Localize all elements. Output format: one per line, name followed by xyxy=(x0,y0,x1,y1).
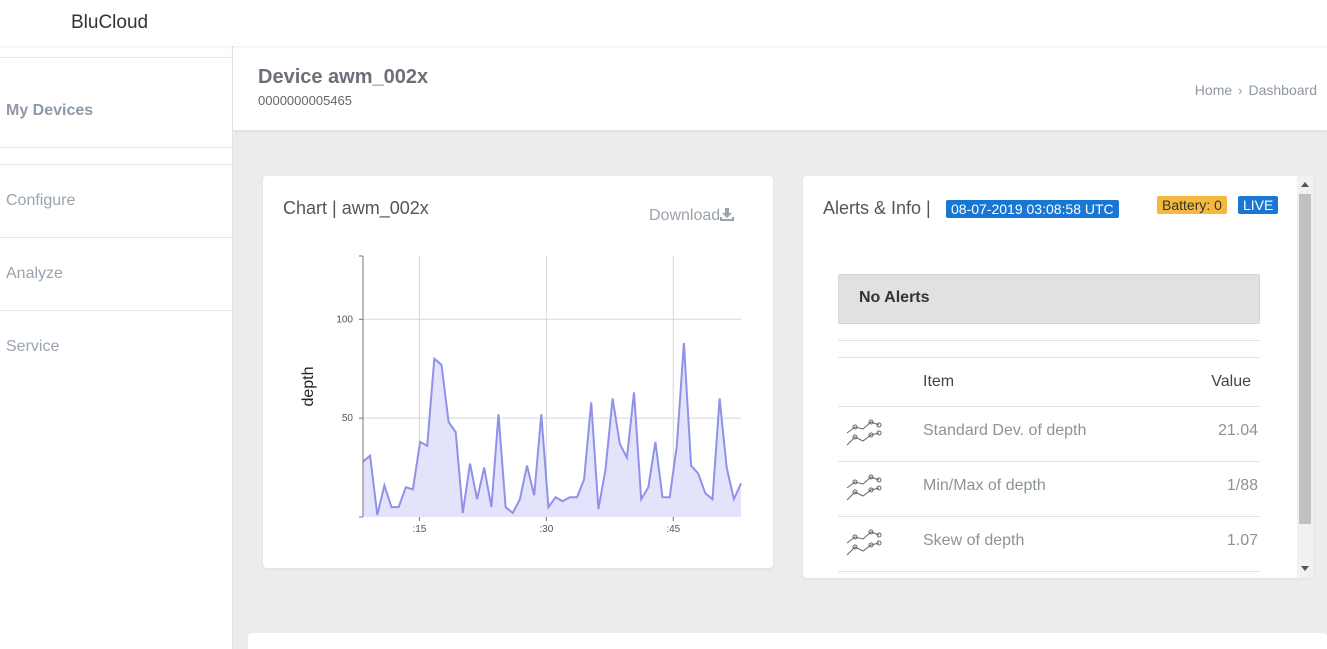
trend-line-icon xyxy=(846,474,882,501)
table-divider xyxy=(838,516,1260,517)
timestamp-badge: 08-07-2019 03:08:58 UTC xyxy=(946,200,1119,218)
table-divider xyxy=(838,406,1260,407)
brand-logo[interactable]: BluCloud xyxy=(71,12,148,34)
sidebar-divider xyxy=(0,164,233,165)
x-tick-label: :30 xyxy=(539,524,553,535)
row-item-label: Skew of depth xyxy=(923,532,1025,549)
top-navbar: BluCloud xyxy=(0,0,1327,46)
x-tick-label: :15 xyxy=(412,524,426,535)
alerts-card: Alerts & Info | 08-07-2019 03:08:58 UTC … xyxy=(803,176,1313,578)
row-value: 21.04 xyxy=(1217,422,1258,439)
live-badge: LIVE xyxy=(1238,196,1279,214)
sidebar-item-analyze[interactable]: Analyze xyxy=(6,265,63,283)
breadcrumb-dashboard[interactable]: Dashboard xyxy=(1249,82,1318,98)
sidebar-item-my-devices[interactable]: My Devices xyxy=(6,102,93,120)
sidebar-item-configure[interactable]: Configure xyxy=(6,192,75,210)
breadcrumb: Home › Dashboard xyxy=(1195,82,1317,98)
no-alerts-text: No Alerts xyxy=(859,289,930,306)
table-divider xyxy=(838,357,1260,358)
row-value: 1.07 xyxy=(1226,532,1258,549)
depth-chart: :15 :30 :45 50 100 depth xyxy=(300,255,742,535)
scroll-down-arrow-icon[interactable] xyxy=(1301,566,1309,571)
column-header-item: Item xyxy=(923,373,955,390)
row-value: 1/88 xyxy=(1226,477,1258,494)
trend-line-icon xyxy=(846,419,882,446)
x-tick-label: :45 xyxy=(666,524,680,535)
y-tick-label: 100 xyxy=(336,314,353,325)
sidebar-item-service[interactable]: Service xyxy=(6,338,59,356)
sidebar-divider xyxy=(0,147,233,148)
scroll-up-arrow-icon[interactable] xyxy=(1301,182,1309,187)
bottom-card xyxy=(248,633,1327,649)
device-id: 0000000005465 xyxy=(258,93,352,108)
table-divider xyxy=(838,571,1260,572)
y-tick-label: 50 xyxy=(342,413,354,424)
table-divider xyxy=(838,340,1260,341)
sidebar: My Devices Configure Analyze Service xyxy=(0,46,233,649)
row-item-label: Min/Max of depth xyxy=(923,477,1046,494)
trend-line-icon xyxy=(846,529,882,556)
no-alerts-panel: No Alerts xyxy=(838,274,1260,324)
sidebar-divider xyxy=(0,237,233,238)
sidebar-divider xyxy=(0,310,233,311)
alerts-title: Alerts & Info | xyxy=(823,198,931,218)
row-item-label: Standard Dev. of depth xyxy=(923,422,1087,439)
chevron-right-icon: › xyxy=(1238,83,1243,98)
battery-badge: Battery: 0 xyxy=(1157,196,1227,214)
y-axis-label: depth xyxy=(300,366,317,406)
page-title: Device awm_002x xyxy=(258,66,429,88)
alerts-scrollbar[interactable] xyxy=(1297,176,1313,578)
scrollbar-thumb[interactable] xyxy=(1299,194,1311,524)
sidebar-divider xyxy=(0,57,233,58)
chart-card: Chart | awm_002x Download :15:30:45 50 100… xyxy=(263,176,773,568)
breadcrumb-home[interactable]: Home xyxy=(1195,82,1232,98)
page-header: Device awm_002x 0000000005465 Home › Dashb… xyxy=(233,46,1327,130)
table-divider xyxy=(838,461,1260,462)
column-header-value: Value xyxy=(1211,373,1251,390)
